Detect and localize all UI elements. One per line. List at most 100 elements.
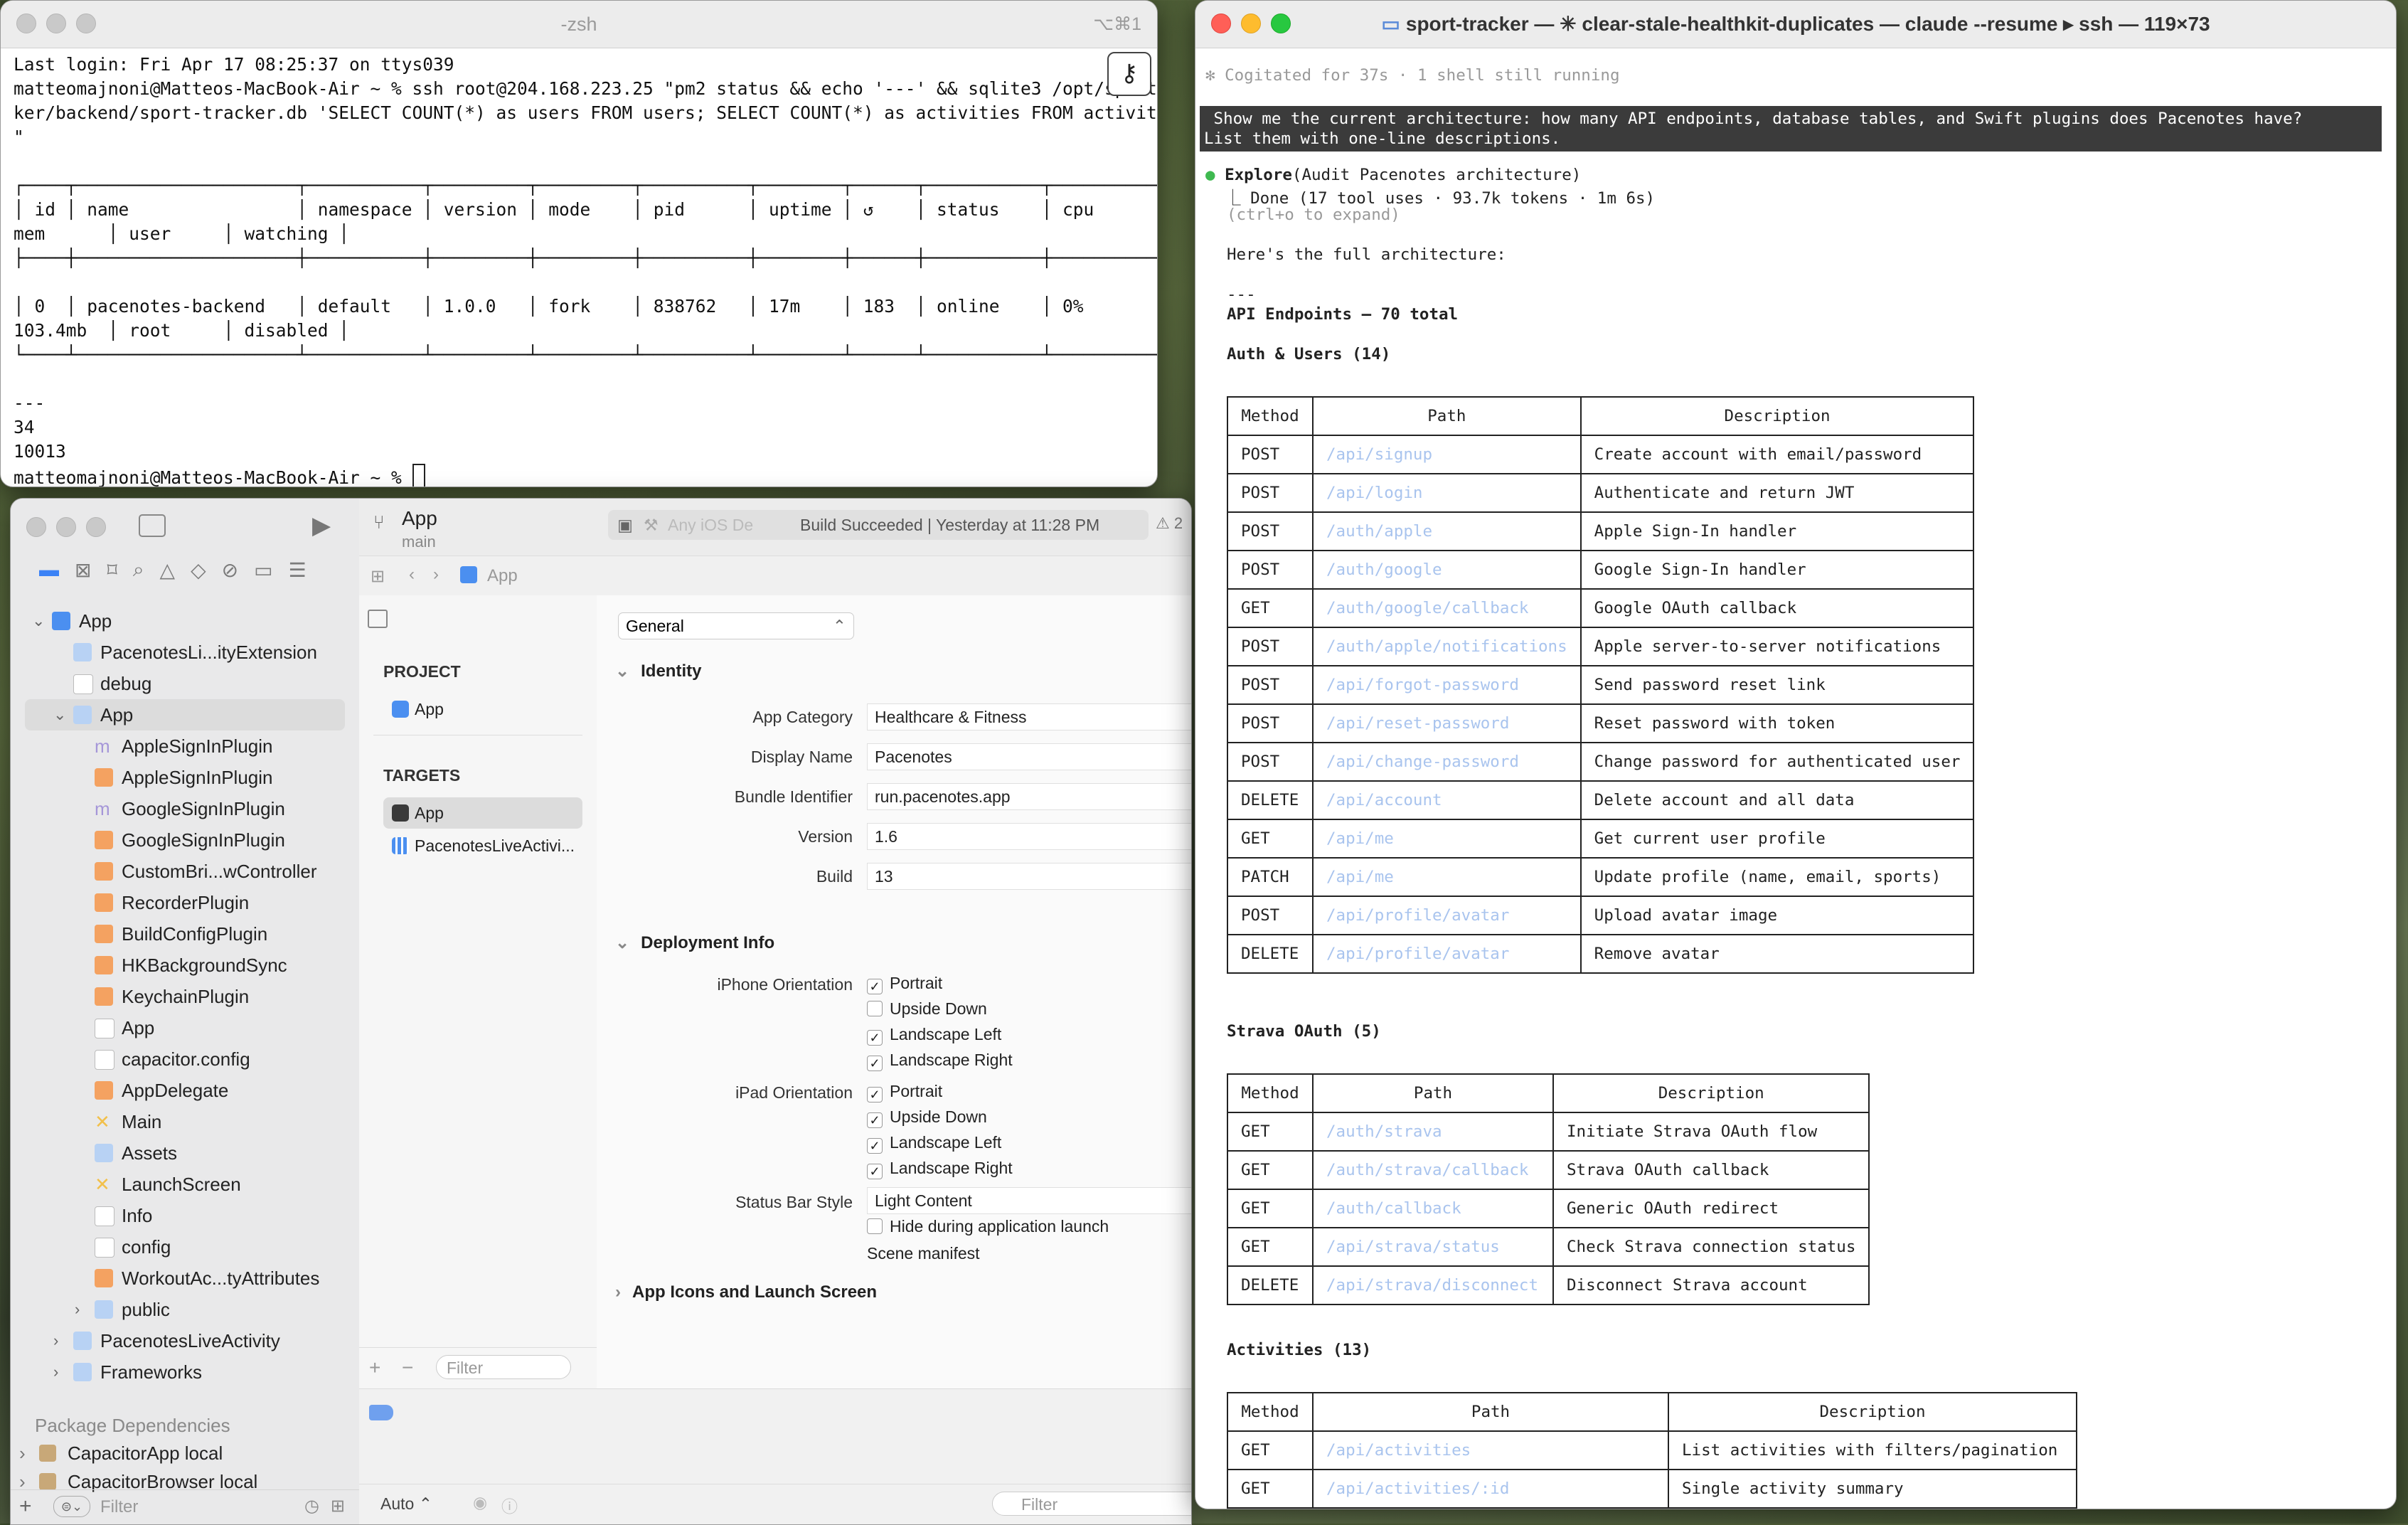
file-tree-item[interactable]: WorkoutAc...tyAttributes	[11, 1263, 359, 1294]
chevron-right-icon[interactable]: ›	[19, 1439, 26, 1467]
file-tree-item[interactable]: GoogleSignInPlugin	[11, 824, 359, 856]
debug-area[interactable]: Auto ⌃ ◉ ⓘ Filter	[359, 1388, 1191, 1524]
project-item-app[interactable]: App	[383, 694, 582, 725]
editor-section-selector[interactable]: General ⌃	[618, 612, 854, 639]
general-settings-editor[interactable]: General ⌃ ⌄ Identity App Category Healthcar…	[597, 595, 1191, 1389]
project-targets-pane[interactable]: PROJECT App TARGETS App PacenotesLiveAct…	[359, 595, 597, 1389]
add-target-icon[interactable]: +	[369, 1356, 380, 1379]
auto-variables-selector[interactable]: Auto ⌃	[380, 1494, 432, 1514]
orientation-checkbox[interactable]: ✓ Upside Down	[867, 1107, 987, 1128]
file-tree-item[interactable]: debug	[11, 668, 359, 699]
chevron-right-icon[interactable]: ›	[53, 1356, 58, 1388]
test-icon[interactable]: ◇	[191, 558, 206, 582]
file-tree-item[interactable]: m GoogleSignInPlugin	[11, 793, 359, 824]
deployment-section-title[interactable]: ⌄ Deployment Info	[615, 932, 774, 953]
run-icon[interactable]: ▶	[312, 511, 331, 540]
terminal-titlebar[interactable]: ▭ sport-tracker — ✳ clear-stale-healthkit…	[1195, 1, 2396, 48]
file-tree-item[interactable]: RecorderPlugin	[11, 887, 359, 918]
orientation-checkbox[interactable]: ✓ Landscape Right	[867, 1051, 1013, 1071]
identity-section-title[interactable]: ⌄ Identity	[615, 661, 701, 681]
eye-icon[interactable]: ◉	[473, 1493, 487, 1512]
chevron-right-icon[interactable]: ›	[75, 1294, 80, 1325]
identity-field-value[interactable]: Pacenotes	[867, 743, 1191, 770]
warnings-badge[interactable]: ⚠ 2	[1156, 514, 1183, 533]
file-tree-item[interactable]: m AppleSignInPlugin	[11, 730, 359, 762]
filter-options-icon[interactable]: ⊜⌄	[53, 1496, 90, 1517]
back-icon[interactable]: ‹	[409, 565, 415, 585]
identity-field-value[interactable]: 13	[867, 863, 1191, 890]
breakpoint-icon[interactable]: ▭	[254, 558, 272, 582]
chevron-down-icon[interactable]: ⌄	[53, 699, 66, 730]
project-navigator[interactable]: ▶ ▬ ⊠ ⌑ ⌕ △ ◇ ⊘ ▭ ☰ ⌄ App PacenotesLi...it…	[11, 499, 360, 1524]
terminal-output[interactable]: Last login: Fri Apr 17 08:25:37 on ttys0…	[1, 48, 1157, 487]
console-filter-input[interactable]: Filter	[992, 1492, 1191, 1516]
hide-during-launch-checkbox[interactable]: Hide during application launch	[867, 1217, 1109, 1236]
file-tree-item[interactable]: KeychainPlugin	[11, 981, 359, 1012]
debug-icon[interactable]: ⊘	[222, 558, 238, 582]
zoom-button[interactable]	[86, 517, 106, 537]
file-tree-item[interactable]: App	[11, 1012, 359, 1043]
terminal-window-zsh[interactable]: -zsh ⌥⌘1 Last login: Fri Apr 17 08:25:37…	[0, 0, 1158, 487]
build-status-bar[interactable]: ▣ ⚒ Any iOS De Build Succeeded | Yesterd…	[608, 510, 1149, 540]
filter-input[interactable]: Filter	[100, 1497, 138, 1517]
target-item-live-activity[interactable]: PacenotesLiveActivi...	[383, 830, 582, 861]
file-tree-item[interactable]: › PacenotesLiveActivity	[11, 1325, 359, 1356]
forward-icon[interactable]: ›	[433, 565, 439, 585]
xcode-window[interactable]: ▶ ▬ ⊠ ⌑ ⌕ △ ◇ ⊘ ▭ ☰ ⌄ App PacenotesLi...it…	[10, 498, 1192, 1525]
window-controls[interactable]	[26, 517, 106, 537]
remove-target-icon[interactable]: −	[402, 1356, 413, 1379]
terminal-titlebar[interactable]: -zsh ⌥⌘1	[1, 1, 1157, 48]
orientation-checkbox[interactable]: Upside Down	[867, 999, 987, 1019]
source-control-icon[interactable]: ⊠	[75, 558, 91, 582]
file-tree-item[interactable]: BuildConfigPlugin	[11, 918, 359, 950]
app-icons-section-title[interactable]: › App Icons and Launch Screen	[615, 1282, 877, 1302]
file-tree-item[interactable]: Assets	[11, 1137, 359, 1169]
add-icon[interactable]: +	[19, 1494, 32, 1519]
destination-label[interactable]: Any iOS De	[668, 510, 753, 540]
orientation-checkbox[interactable]: ✓ Landscape Right	[867, 1159, 1013, 1179]
xcode-toolbar[interactable]: ⑂ App main ▣ ⚒ Any iOS De Build Succeede…	[359, 499, 1191, 556]
orientation-checkbox[interactable]: ✓ Portrait	[867, 1082, 942, 1102]
search-icon[interactable]: ⌕	[133, 558, 144, 582]
grid-icon[interactable]: ⊞	[371, 566, 385, 587]
warning-icon[interactable]: △	[160, 558, 176, 582]
orientation-checkbox[interactable]: ✓ Portrait	[867, 974, 942, 994]
editor-tab-bar[interactable]: ⊞ ‹ › App	[359, 556, 1191, 597]
bookmark-icon[interactable]: ⌑	[107, 558, 117, 582]
file-tree-item[interactable]: ⌄ App	[25, 699, 345, 730]
file-tree-item[interactable]: AppleSignInPlugin	[11, 762, 359, 793]
terminal-window-claude[interactable]: ▭ sport-tracker — ✳ clear-stale-healthkit…	[1195, 0, 2397, 1509]
minimize-button[interactable]	[56, 517, 76, 537]
orientation-checkbox[interactable]: ✓ Landscape Left	[867, 1025, 1001, 1046]
xcode-editor-area[interactable]: ⑂ App main ▣ ⚒ Any iOS De Build Succeede…	[359, 499, 1191, 1524]
file-tree-item[interactable]: ✕ LaunchScreen	[11, 1169, 359, 1200]
chevron-right-icon[interactable]: ›	[53, 1325, 58, 1356]
file-tree-item[interactable]: ⌄ App	[11, 605, 359, 637]
key-icon[interactable]: ⚷	[1107, 52, 1151, 96]
chevron-down-icon[interactable]: ⌄	[32, 605, 45, 637]
breakpoints-toggle-icon[interactable]	[369, 1405, 393, 1420]
file-tree-item[interactable]: PacenotesLi...ityExtension	[11, 637, 359, 668]
navigator-filter-bar[interactable]: + ⊜⌄ Filter ◷ ⊞	[11, 1489, 359, 1524]
identity-field-value[interactable]: Healthcare & Fitness	[867, 703, 1191, 730]
close-button[interactable]	[26, 517, 46, 537]
file-tree-item[interactable]: AppDelegate	[11, 1075, 359, 1106]
file-tree-item[interactable]: CustomBri...wController	[11, 856, 359, 887]
package-item[interactable]: › CapacitorApp local	[11, 1439, 359, 1467]
file-tree-item[interactable]: ✕ Main	[11, 1106, 359, 1137]
scm-filter-icon[interactable]: ⊞	[331, 1496, 345, 1516]
status-bar-style-select[interactable]: Light Content	[867, 1187, 1191, 1214]
recent-icon[interactable]: ◷	[304, 1496, 319, 1516]
file-tree-item[interactable]: › public	[11, 1294, 359, 1325]
file-tree[interactable]: ⌄ App PacenotesLi...ityExtension debug ⌄ App m…	[11, 605, 359, 1388]
target-item-app[interactable]: App	[383, 797, 582, 829]
file-tree-item[interactable]: HKBackgroundSync	[11, 950, 359, 981]
targets-filter-input[interactable]: Filter	[436, 1355, 571, 1379]
file-tree-item[interactable]: Info	[11, 1200, 359, 1231]
info-icon[interactable]: ⓘ	[501, 1493, 518, 1517]
identity-field-value[interactable]: run.pacenotes.app	[867, 783, 1191, 810]
file-tree-item[interactable]: capacitor.config	[11, 1043, 359, 1075]
identity-field-value[interactable]: 1.6	[867, 823, 1191, 850]
report-icon[interactable]: ☰	[289, 558, 307, 582]
file-tree-item[interactable]: › Frameworks	[11, 1356, 359, 1388]
